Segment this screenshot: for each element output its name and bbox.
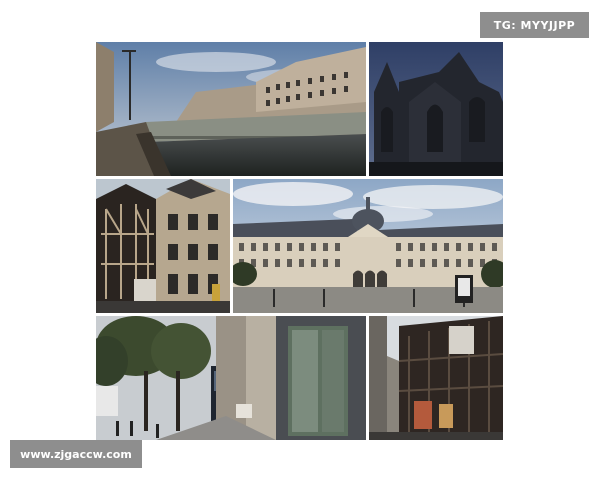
gothic-church-photo [369,42,503,176]
narrow-alley-photo [369,316,503,440]
watermark-bottom-left: www.zjgaccw.com [10,440,142,468]
timber-houses-photo [96,179,230,313]
watermark-top-right: TG: MYYJJPP [480,12,589,38]
canal-bridge-photo [96,42,366,176]
palace-square-photo [233,179,503,313]
tree-street-photo [96,316,366,440]
